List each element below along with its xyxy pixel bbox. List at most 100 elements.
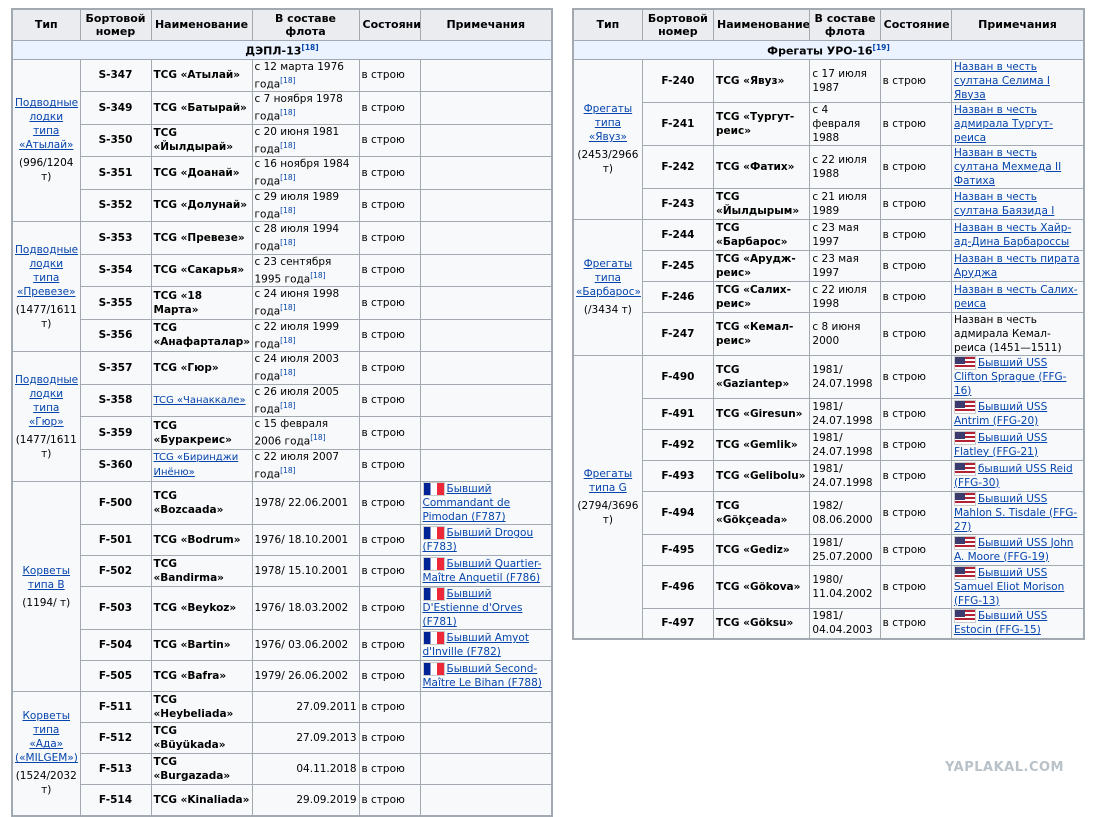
ship-displacement: (2794/3696 т) [577, 499, 639, 526]
status-text: в строю [879, 428, 952, 461]
ship-type-link[interactable]: Фрегаты типа G [576, 467, 640, 495]
notes-cell [419, 416, 553, 450]
fleet-date: 1981/ 24.07.1998 [812, 462, 873, 489]
col-header-state[interactable]: Состояние [358, 8, 421, 41]
ship-name-cell: TCG «Батырай» [150, 91, 253, 125]
ship-name: TCG «Кемал-реис» [716, 320, 794, 347]
note-text[interactable]: Назван в честь адмирала Тургут-реиса [954, 104, 1053, 144]
fleet-ref[interactable]: [18] [280, 206, 295, 215]
ship-name: TCG «Анафарталар» [153, 322, 251, 349]
table-row: F-247 TCG «Кемал-реис» с 8 июня 2000 в стро… [573, 311, 1085, 356]
fleet-ref[interactable]: [18] [280, 303, 295, 312]
ship-type-link[interactable]: Корветы типа «Ада» («MILGEM») [15, 709, 78, 765]
ship-name-link[interactable]: TCG «Чанаккале» [154, 395, 246, 406]
note-text[interactable]: Назван в честь Салих-реиса [954, 284, 1078, 310]
section-row: ДЭПЛ-13[18] [11, 39, 553, 60]
fleet-date: с 29 июля 1989 года [254, 190, 340, 221]
table-row: Подводные лодки типа «Гюр» (1477/1611 т) S… [11, 351, 553, 482]
ship-displacement: (2453/2966 т) [577, 149, 639, 175]
france-flag-icon [422, 587, 445, 601]
status-text: в строю [879, 280, 952, 313]
fleet-ref[interactable]: [18] [280, 368, 295, 377]
ship-name-cell: TCG «Тургут-реис» [713, 101, 811, 146]
ship-name-cell: TCG «Giresun» [713, 397, 811, 430]
ship-type-cell: Подводные лодки типа «Атылай» (996/1204 т… [11, 58, 81, 222]
note-text[interactable]: Назван в честь пирата Аруджа [954, 253, 1080, 279]
table-row: Фрегаты типа G (2794/3696 т) F-490 TCG «Gaz… [572, 354, 1085, 640]
hull-number: F-497 [641, 607, 715, 640]
fleet-ref[interactable]: [18] [280, 401, 295, 410]
ship-name-cell: TCG «Явуз» [713, 58, 811, 103]
col-header-fleet[interactable]: В составе флота [809, 8, 881, 41]
ship-type-link[interactable]: Корветы типа B [15, 564, 78, 592]
section-ref[interactable]: [18] [301, 43, 318, 52]
ship-type-cell: Подводные лодки типа «Превезе» (1477/1611… [11, 221, 81, 352]
table-row: S-358 TCG «Чанаккале» с 26 июля 2005 года[… [12, 383, 553, 417]
fleet-ref[interactable]: [18] [280, 173, 295, 182]
fleet-ref[interactable]: [18] [310, 433, 325, 442]
note-text[interactable]: Назван в честь Хайр-ад-Дина Барбароссы [954, 222, 1071, 248]
ship-name-cell: TCG «Йылдырым» [713, 187, 811, 220]
hull-number: S-355 [79, 286, 152, 320]
hull-number: S-359 [79, 416, 152, 450]
col-header-number[interactable]: Бортовой номер [641, 8, 715, 41]
table-row: F-246 TCG «Салих-реис» с 22 июля 1998 в стр… [573, 280, 1085, 313]
fleet-date: с 20 июня 1981 года [254, 125, 340, 156]
col-header-type[interactable]: Тип [572, 8, 643, 41]
status-text: в строю [358, 753, 421, 785]
fleet-date-cell: с 21 июля 1989 [809, 187, 881, 220]
col-header-number[interactable]: Бортовой номер [79, 8, 152, 41]
fleet-ref[interactable]: [18] [280, 76, 295, 85]
note-text[interactable]: Назван в честь султана Селима I Явуза [954, 61, 1050, 101]
status-text: в строю [879, 187, 952, 220]
fleet-date-cell: 1981/ 04.04.2003 [809, 607, 881, 640]
notes-cell: Назван в честь адмирала Кемал-реиса (145… [950, 311, 1085, 356]
fleet-ref[interactable]: [18] [280, 108, 295, 117]
note-text[interactable]: Назван в честь султана Мехмеда II Фатиха [954, 147, 1061, 187]
fleet-ref[interactable]: [18] [280, 238, 295, 247]
ship-name-cell: TCG «Превезе» [150, 221, 253, 255]
notes-cell: Назван в честь Салих-реиса [950, 280, 1085, 313]
fleet-ref[interactable]: [18] [310, 271, 325, 280]
col-header-type[interactable]: Тип [11, 8, 81, 41]
hull-number: F-494 [641, 490, 715, 535]
col-header-notes[interactable]: Примечания [419, 8, 553, 41]
table-row: S-350 TCG «Йылдырай» с 20 июня 1981 года[1… [12, 123, 553, 157]
notes-cell [419, 383, 553, 417]
section-ref[interactable]: [19] [873, 43, 890, 52]
ship-name-cell: TCG «Анафарталар» [150, 318, 253, 352]
fleet-ref[interactable]: [18] [280, 466, 295, 475]
ship-name-cell: TCG «Биринджи Инёню» [150, 448, 253, 482]
ship-name: TCG «Giresun» [716, 407, 803, 420]
ship-name-cell: TCG «Bartin» [150, 629, 253, 661]
ship-name-link[interactable]: TCG «Биринджи Инёню» [154, 452, 239, 478]
ship-type-link[interactable]: Подводные лодки типа «Превезе» [15, 243, 78, 299]
fleet-ref[interactable]: [18] [280, 336, 295, 345]
col-header-fleet[interactable]: В составе флота [251, 8, 360, 41]
ship-name: TCG «Йылдырым» [716, 190, 800, 217]
fleet-date: 04.11.2018 [296, 763, 357, 775]
ship-type-link[interactable]: Фрегаты типа «Барбарос» [576, 257, 641, 299]
notes-cell [419, 448, 553, 482]
col-header-notes[interactable]: Примечания [950, 8, 1085, 41]
note-text[interactable]: Назван в честь султана Баязида I [954, 191, 1054, 217]
ship-type-link[interactable]: Фрегаты типа «Явуз» [576, 102, 640, 144]
fleet-date-cell: с 8 июня 2000 [809, 311, 881, 356]
status-text: в строю [358, 188, 421, 222]
notes-cell: Бывший Second-Maître Le Bihan (F788) [419, 660, 553, 692]
fleet-date-cell: с 7 ноября 1978 года[18] [251, 91, 360, 125]
fleet-date: с 16 ноября 1984 года [254, 158, 350, 188]
status-text: в строю [879, 311, 952, 356]
hull-number: F-512 [79, 722, 152, 754]
col-header-name[interactable]: Наименование [150, 8, 253, 41]
ship-type-link[interactable]: Подводные лодки типа «Гюр» [15, 373, 78, 429]
ship-displacement: (996/1204 т) [19, 157, 74, 184]
col-header-name[interactable]: Наименование [713, 8, 811, 41]
col-header-state[interactable]: Состояние [879, 8, 952, 41]
fleet-date-cell: 1980/ 11.04.2002 [809, 564, 881, 609]
ship-type-link[interactable]: Подводные лодки типа «Атылай» [15, 96, 78, 152]
ship-name-cell: TCG «Буракреис» [150, 416, 253, 450]
ship-name: TCG «Gaziantep» [716, 363, 790, 390]
fleet-ref[interactable]: [18] [280, 141, 295, 150]
hull-number: F-246 [641, 280, 715, 313]
